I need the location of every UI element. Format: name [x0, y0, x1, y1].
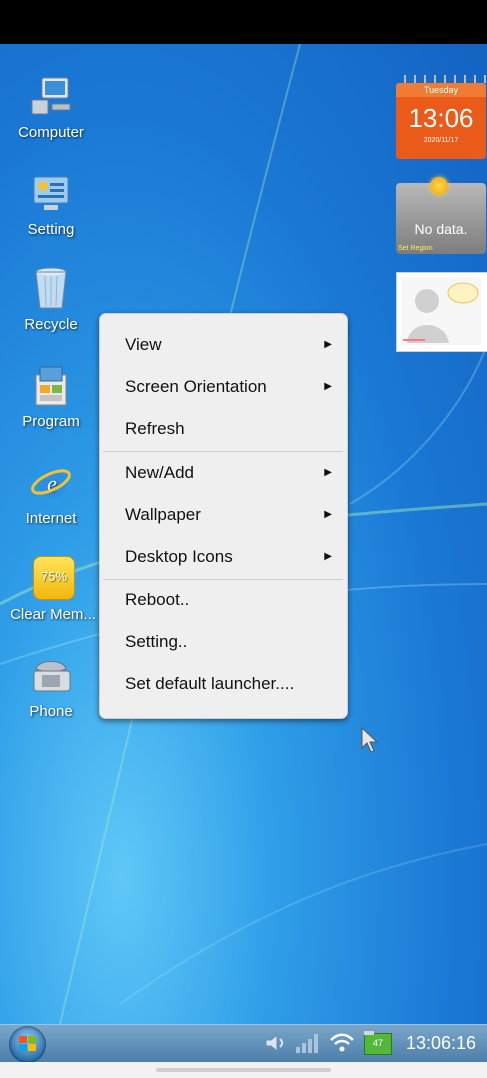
menu-item-label: Wallpaper [125, 505, 201, 524]
battery-icon[interactable]: 47 [364, 1031, 392, 1055]
clock-widget[interactable]: Tuesday 13:06 2020/11/17 [396, 75, 486, 159]
menu-item-set-default-launcher[interactable]: Set default launcher.... [100, 663, 347, 705]
desktop-icon-label: Phone [29, 703, 73, 720]
clock-time: 13:06 [408, 103, 474, 133]
submenu-arrow-icon: ▶ [324, 509, 332, 520]
menu-item-desktop-icons[interactable]: Desktop Icons ▶ [100, 536, 347, 578]
desktop-icon-phone[interactable]: Phone [1, 653, 101, 720]
calendar-rings [396, 75, 486, 83]
wifi-icon[interactable] [328, 1031, 356, 1055]
windows-logo-icon [19, 1036, 36, 1051]
desktop-icon-label: Internet [25, 510, 77, 527]
memory-cleaner-icon: 75% [30, 556, 76, 602]
submenu-arrow-icon: ▶ [324, 551, 332, 562]
desktop-icon-internet[interactable]: e Internet [1, 460, 101, 527]
desktop-icon-program[interactable]: Program [1, 363, 101, 430]
menu-item-new-add[interactable]: New/Add ▶ [100, 452, 347, 494]
photo-widget[interactable] [396, 272, 487, 352]
phone-icon [28, 653, 74, 699]
context-menu: View ▶ Screen Orientation ▶ Refresh New/… [99, 313, 348, 719]
clock-day: Tuesday [396, 83, 486, 97]
menu-item-refresh[interactable]: Refresh [100, 408, 347, 450]
taskbar: 47 13:06:16 [0, 1024, 487, 1063]
battery-level: 47 [372, 1038, 383, 1048]
signal-strength-icon[interactable] [294, 1031, 320, 1055]
program-icon [28, 363, 74, 409]
navigation-bar [0, 1062, 487, 1078]
set-region-link[interactable]: Set Region [398, 245, 433, 252]
desktop-icon-label: Recycle [24, 316, 78, 333]
menu-item-label: Set default launcher.... [125, 674, 295, 693]
status-bar [0, 0, 487, 44]
desktop-icon-recycle[interactable]: Recycle [1, 266, 101, 333]
menu-item-label: Screen Orientation [125, 377, 267, 396]
desktop-icon-label: Program [22, 413, 80, 430]
internet-explorer-icon: e [28, 460, 74, 506]
sun-icon [430, 177, 448, 195]
clock-date: 2020/11/17 [423, 137, 459, 144]
weather-status: No data. [414, 221, 468, 237]
weather-widget[interactable]: No data. Set Region [396, 177, 486, 254]
submenu-arrow-icon: ▶ [324, 381, 332, 392]
mouse-pointer-icon [361, 726, 379, 753]
submenu-arrow-icon: ▶ [324, 467, 332, 478]
desktop[interactable]: Computer Setting Recycle Program e Inter… [0, 44, 487, 1024]
desktop-icon-label: Computer [18, 124, 84, 141]
desktop-icon-label: Clear Mem... [10, 606, 96, 623]
menu-item-label: Refresh [125, 419, 185, 438]
menu-item-label: Reboot.. [125, 590, 190, 609]
desktop-icon-computer[interactable]: Computer [1, 74, 101, 141]
menu-item-screen-orientation[interactable]: Screen Orientation ▶ [100, 366, 347, 408]
menu-item-label: Desktop Icons [125, 547, 233, 566]
recycle-bin-icon [28, 266, 74, 312]
submenu-arrow-icon: ▶ [324, 339, 332, 350]
menu-item-label: Setting.. [125, 632, 188, 651]
memory-usage-badge: 75% [40, 569, 68, 584]
menu-item-reboot[interactable]: Reboot.. [100, 579, 347, 621]
menu-item-label: View [125, 335, 162, 354]
desktop-icon-clear-memory[interactable]: 75% Clear Mem... [3, 556, 103, 623]
contact-silhouette-icon [401, 277, 481, 345]
speaker-icon[interactable] [263, 1031, 287, 1055]
menu-item-view[interactable]: View ▶ [100, 324, 347, 366]
taskbar-clock[interactable]: 13:06:16 [406, 1033, 476, 1054]
desktop-icon-label: Setting [27, 221, 75, 238]
gesture-handle[interactable] [156, 1068, 331, 1072]
desktop-icon-setting[interactable]: Setting [1, 171, 101, 238]
menu-item-wallpaper[interactable]: Wallpaper ▶ [100, 494, 347, 536]
settings-panel-icon [28, 171, 74, 217]
menu-item-label: New/Add [125, 463, 194, 482]
start-button[interactable] [9, 1026, 46, 1063]
computer-icon [28, 74, 74, 120]
menu-item-setting[interactable]: Setting.. [100, 621, 347, 663]
